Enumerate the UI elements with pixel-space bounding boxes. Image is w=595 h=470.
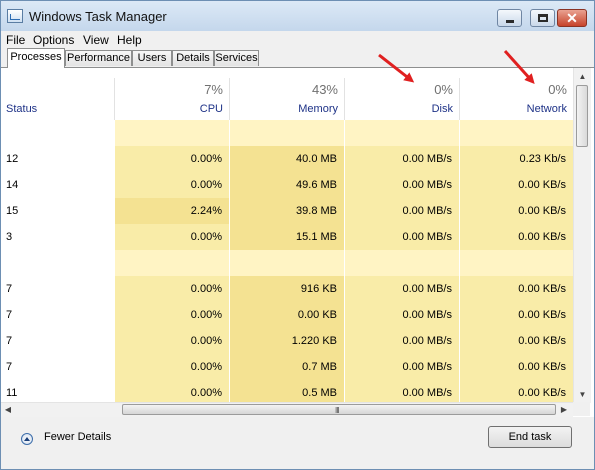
scroll-grip: III [335, 406, 340, 415]
network-cell: 0.00 KB/s [460, 302, 573, 328]
process-status-cell: 15 [6, 205, 19, 217]
disk-cell: 0.00 MB/s [345, 146, 459, 172]
cpu-cell: 0.00% [115, 276, 229, 302]
scroll-left-icon[interactable]: ◀ [1, 401, 15, 418]
process-status-cell: 12 [6, 153, 19, 165]
process-row[interactable]: 14 0.00% 49.6 MB 0.00 MB/s 0.00 KB/s [1, 172, 573, 198]
disk-cell: 0.00 MB/s [345, 328, 459, 354]
network-cell: 0.23 Kb/s [460, 146, 573, 172]
annotation-overlay [378, 49, 535, 84]
footer-bar: Fewer Details End task [1, 417, 594, 469]
column-divider [229, 120, 230, 402]
horizontal-scroll-thumb[interactable]: III [122, 404, 556, 415]
process-row[interactable]: 7 0.00% 0.00 KB 0.00 MB/s 0.00 KB/s [1, 302, 573, 328]
collapse-chevron-icon[interactable] [21, 433, 33, 445]
scroll-down-icon[interactable]: ▼ [574, 386, 591, 403]
annotation-arrow-disk [378, 53, 415, 83]
annotation-arrow-network [503, 49, 535, 84]
cpu-cell: 0.00% [115, 172, 229, 198]
task-manager-window: Windows Task Manager ✕ File Options View… [0, 0, 595, 470]
process-row[interactable]: 7 0.00% 916 KB 0.00 MB/s 0.00 KB/s [1, 276, 573, 302]
process-row[interactable]: 15 2.24% 39.8 MB 0.00 MB/s 0.00 KB/s [1, 198, 573, 224]
group-header-cell [345, 250, 459, 276]
disk-cell: 0.00 MB/s [345, 354, 459, 380]
scroll-right-icon[interactable]: ▶ [557, 401, 571, 418]
group-header-cell [115, 250, 229, 276]
group-header-cell [230, 250, 344, 276]
disk-cell: 0.00 MB/s [345, 198, 459, 224]
column-divider [459, 120, 460, 402]
memory-cell: 49.6 MB [230, 172, 344, 198]
disk-cell: 0.00 MB/s [345, 302, 459, 328]
cpu-cell: 0.00% [115, 354, 229, 380]
process-status-cell: 14 [6, 179, 19, 191]
memory-cell: 0.00 KB [230, 302, 344, 328]
column-divider [114, 120, 115, 402]
disk-cell: 0.00 MB/s [345, 172, 459, 198]
cpu-cell: 0.00% [115, 328, 229, 354]
fewer-details-link[interactable]: Fewer Details [44, 431, 111, 443]
scrollbar-corner [573, 402, 590, 416]
network-cell: 0.00 KB/s [460, 328, 573, 354]
group-header-row [1, 250, 573, 276]
tab-processes[interactable]: Processes [7, 48, 65, 68]
group-header-cell [460, 250, 573, 276]
process-status-cell: 7 [6, 283, 13, 295]
network-cell: 0.00 KB/s [460, 198, 573, 224]
network-cell: 0.00 KB/s [460, 172, 573, 198]
network-cell: 0.00 KB/s [460, 224, 573, 250]
memory-cell: 40.0 MB [230, 146, 344, 172]
process-row[interactable]: 12 0.00% 40.0 MB 0.00 MB/s 0.23 Kb/s [1, 146, 573, 172]
disk-cell: 0.00 MB/s [345, 224, 459, 250]
cpu-cell: 2.24% [115, 198, 229, 224]
process-status-cell: 3 [6, 231, 13, 243]
process-status-cell: 7 [6, 309, 13, 321]
network-cell: 0.00 KB/s [460, 276, 573, 302]
process-row[interactable]: 7 0.00% 1.220 KB 0.00 MB/s 0.00 KB/s [1, 328, 573, 354]
process-status-cell: 7 [6, 335, 13, 347]
process-status-cell: 7 [6, 361, 13, 373]
process-row[interactable]: 3 0.00% 15.1 MB 0.00 MB/s 0.00 KB/s [1, 224, 573, 250]
network-cell: 0.00 KB/s [460, 354, 573, 380]
memory-cell: 1.220 KB [230, 328, 344, 354]
end-task-button[interactable]: End task [488, 426, 572, 448]
cpu-cell: 0.00% [115, 302, 229, 328]
memory-cell: 39.8 MB [230, 198, 344, 224]
column-divider [344, 120, 345, 402]
cpu-cell: 0.00% [115, 146, 229, 172]
memory-cell: 15.1 MB [230, 224, 344, 250]
memory-cell: 916 KB [230, 276, 344, 302]
disk-cell: 0.00 MB/s [345, 276, 459, 302]
cpu-cell: 0.00% [115, 224, 229, 250]
memory-cell: 0.7 MB [230, 354, 344, 380]
process-row[interactable]: 7 0.00% 0.7 MB 0.00 MB/s 0.00 KB/s [1, 354, 573, 380]
horizontal-scrollbar[interactable]: ◀ III ▶ [1, 402, 573, 417]
